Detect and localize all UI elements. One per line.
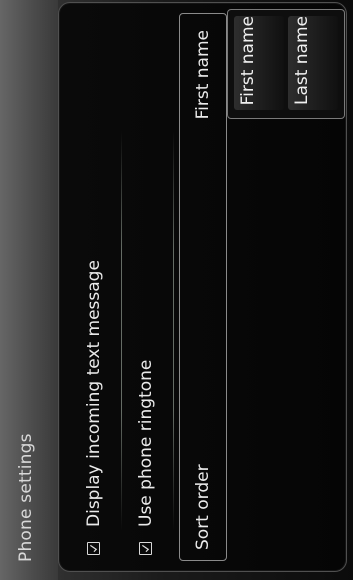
title-bar: Phone settings	[0, 0, 58, 580]
sort-order-dropdown: First name Last name	[227, 9, 345, 119]
page-title: Phone settings	[16, 433, 36, 562]
sort-order-setting[interactable]: Sort order First name	[179, 13, 227, 561]
settings-panel: Display incoming text message Use phone …	[58, 2, 347, 572]
sort-option-first-name-label: First name	[238, 16, 258, 106]
checkbox-checked-icon[interactable]	[87, 542, 100, 555]
row-divider	[121, 131, 122, 531]
sort-option-last-name-label: Last name	[292, 16, 312, 106]
sort-option-last-name[interactable]: Last name	[288, 16, 338, 110]
use-phone-ringtone-setting[interactable]: Use phone ringtone	[125, 13, 169, 561]
use-phone-ringtone-label: Use phone ringtone	[136, 359, 156, 527]
stage: Phone settings Display incoming text mes…	[0, 0, 353, 580]
checkmark-icon	[89, 544, 98, 553]
phone-settings-screen: Phone settings Display incoming text mes…	[0, 0, 353, 580]
checkmark-icon	[141, 544, 150, 553]
row-divider	[173, 131, 174, 531]
sort-order-value: First name	[193, 30, 213, 120]
checkbox-checked-icon[interactable]	[139, 542, 152, 555]
sort-order-label: Sort order	[193, 464, 213, 550]
sort-option-first-name[interactable]: First name	[234, 16, 284, 110]
display-incoming-text-label: Display incoming text message	[84, 260, 104, 527]
display-incoming-text-setting[interactable]: Display incoming text message	[73, 13, 117, 561]
